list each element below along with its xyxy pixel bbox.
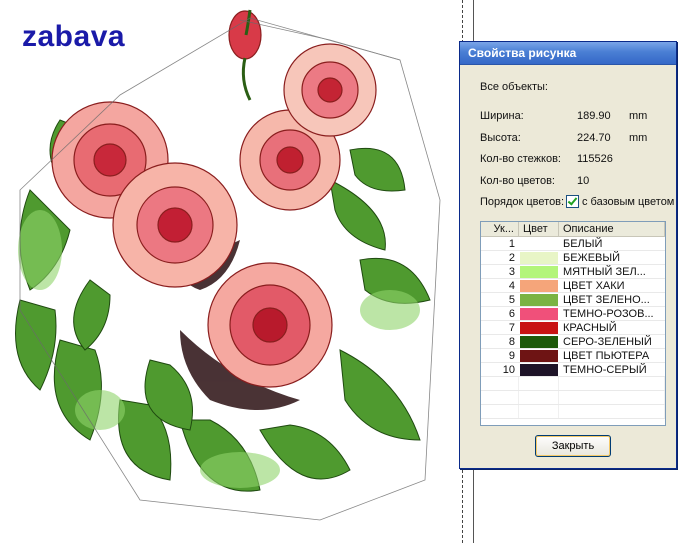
height-label: Высота: <box>480 132 521 144</box>
empty-cell <box>481 391 519 404</box>
row-color-cell <box>519 307 559 320</box>
embroidery-design-image <box>15 9 441 521</box>
width-unit: mm <box>629 110 648 122</box>
table-header: Ук... Цвет Описание <box>481 222 665 237</box>
row-description: БЕЖЕВЫЙ <box>563 252 621 264</box>
row-index: 9 <box>508 350 515 362</box>
table-row[interactable]: 7 КРАСНЫЙ <box>481 321 665 335</box>
empty-cell <box>519 405 559 418</box>
height-value: 224.70 <box>577 132 611 144</box>
empty-row <box>481 405 665 419</box>
empty-cell <box>519 377 559 390</box>
stitch-count-label: Кол-во стежков: <box>480 153 561 165</box>
row-index: 1 <box>508 238 515 250</box>
row-description: ТЕМНО-РОЗОВ... <box>563 308 654 320</box>
color-count-value: 10 <box>577 175 590 187</box>
color-swatch <box>520 350 558 362</box>
empty-cell <box>559 377 665 390</box>
empty-row <box>481 391 665 405</box>
row-description: КРАСНЫЙ <box>563 322 617 334</box>
width-label: Ширина: <box>480 110 524 122</box>
color-swatch <box>520 308 558 320</box>
empty-row <box>481 377 665 391</box>
table-row[interactable]: 4 ЦВЕТ ХАКИ <box>481 279 665 293</box>
row-color-cell <box>519 335 559 348</box>
row-index: 2 <box>508 252 515 264</box>
table-row[interactable]: 9 ЦВЕТ ПЬЮТЕРА <box>481 349 665 363</box>
row-color-cell <box>519 279 559 292</box>
table-row[interactable]: 8 СЕРО-ЗЕЛЕНЫЙ <box>481 335 665 349</box>
row-color-cell <box>519 321 559 334</box>
color-count-label: Кол-во цветов: <box>480 175 555 187</box>
row-description: БЕЛЫЙ <box>563 238 603 250</box>
row-color-cell <box>519 237 559 250</box>
picture-properties-dialog: Свойства рисунка Все объекты: Ширина: 18… <box>459 41 677 469</box>
empty-cell <box>481 405 519 418</box>
color-swatch <box>520 252 558 264</box>
row-index: 4 <box>508 280 515 292</box>
header-index[interactable]: Ук... <box>481 222 519 236</box>
header-color[interactable]: Цвет <box>519 222 559 236</box>
row-color-cell <box>519 251 559 264</box>
color-swatch <box>520 238 558 250</box>
row-index: 7 <box>508 322 515 334</box>
row-index: 8 <box>508 336 515 348</box>
color-swatch <box>520 294 558 306</box>
color-order-label: Порядок цветов: <box>480 196 565 208</box>
empty-cell <box>559 391 665 404</box>
color-swatch <box>520 322 558 334</box>
close-button[interactable]: Закрыть <box>535 435 611 457</box>
row-color-cell <box>519 293 559 306</box>
row-index: 6 <box>508 308 515 320</box>
row-index: 5 <box>508 294 515 306</box>
row-color-cell <box>519 349 559 362</box>
empty-cell <box>559 405 665 418</box>
row-description: ЦВЕТ ХАКИ <box>563 280 625 292</box>
color-swatch <box>520 280 558 292</box>
color-swatch <box>520 364 558 376</box>
color-swatch <box>520 266 558 278</box>
row-description: СЕРО-ЗЕЛЕНЫЙ <box>563 336 652 348</box>
row-description: ЦВЕТ ЗЕЛЕНО... <box>563 294 650 306</box>
empty-cell <box>481 377 519 390</box>
table-row[interactable]: 5 ЦВЕТ ЗЕЛЕНО... <box>481 293 665 307</box>
base-color-checkbox[interactable] <box>566 195 579 208</box>
row-description: ЦВЕТ ПЬЮТЕРА <box>563 350 650 362</box>
row-color-cell <box>519 265 559 278</box>
base-color-label: с базовым цветом <box>582 196 675 208</box>
table-row[interactable]: 1 БЕЛЫЙ <box>481 237 665 251</box>
table-row[interactable]: 2 БЕЖЕВЫЙ <box>481 251 665 265</box>
stitch-count-value: 115526 <box>577 153 613 165</box>
empty-cell <box>519 391 559 404</box>
row-description: ТЕМНО-СЕРЫЙ <box>563 364 647 376</box>
color-list-table[interactable]: Ук... Цвет Описание 1 БЕЛЫЙ 2 БЕЖЕВЫЙ 3 МЯТНЫ… <box>480 221 666 426</box>
row-description: МЯТНЫЙ ЗЕЛ... <box>563 266 646 278</box>
height-unit: mm <box>629 132 648 144</box>
watermark-text: zabava <box>22 20 126 53</box>
width-value: 189.90 <box>577 110 611 122</box>
header-description[interactable]: Описание <box>559 222 665 236</box>
table-body: 1 БЕЛЫЙ 2 БЕЖЕВЫЙ 3 МЯТНЫЙ ЗЕЛ... 4 ЦВЕТ ХАКИ 5 Ц… <box>481 237 665 419</box>
table-row[interactable]: 3 МЯТНЫЙ ЗЕЛ... <box>481 265 665 279</box>
row-index: 10 <box>502 364 515 376</box>
color-swatch <box>520 336 558 348</box>
row-index: 3 <box>508 266 515 278</box>
all-objects-label: Все объекты: <box>480 81 548 93</box>
dialog-title[interactable]: Свойства рисунка <box>460 42 676 65</box>
row-color-cell <box>519 363 559 376</box>
table-row[interactable]: 10 ТЕМНО-СЕРЫЙ <box>481 363 665 377</box>
table-row[interactable]: 6 ТЕМНО-РОЗОВ... <box>481 307 665 321</box>
